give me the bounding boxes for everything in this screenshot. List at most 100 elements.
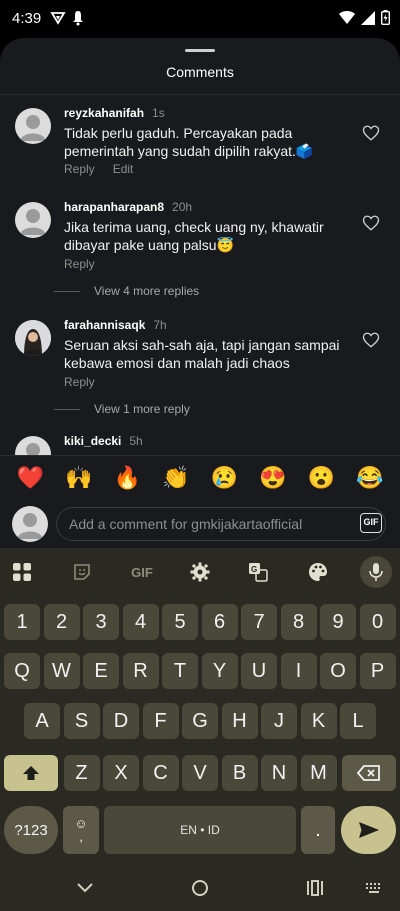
comment-composer: Add a comment for gmkijakartaofficial GI… [0,500,400,548]
heart-icon[interactable] [362,214,382,234]
palette-icon[interactable] [306,560,330,584]
key-1[interactable]: 1 [4,604,40,640]
key-d[interactable]: D [103,703,139,739]
comment-input-placeholder: Add a comment for gmkijakartaofficial [69,516,303,532]
status-bar: 4:39 [0,0,400,38]
send-key[interactable] [341,806,396,854]
space-key[interactable]: EN • ID [104,806,296,854]
avatar [12,506,48,542]
key-e[interactable]: E [83,653,119,689]
avatar[interactable] [15,108,51,144]
comment-text: Seruan aksi sah-sah aja, tapi jangan sam… [64,337,340,371]
key-0[interactable]: 0 [359,604,396,640]
avatar[interactable] [15,202,51,238]
comment-time: 5h [129,434,143,448]
shift-icon [23,766,39,780]
keyboard-toolbar: GIF G [0,548,400,596]
view-more-replies[interactable]: View 1 more reply [54,402,190,416]
sticker-icon[interactable] [70,560,94,584]
comment-username[interactable]: harapanharapan8 [64,200,164,214]
key-y[interactable]: Y [201,653,238,689]
settings-gear-icon[interactable] [188,560,212,584]
emoji-key[interactable]: ☺ , [63,806,99,854]
vpn-icon [50,10,66,31]
key-i[interactable]: I [280,653,317,689]
view-replies-label[interactable]: View 4 more replies [94,284,199,298]
key-v[interactable]: V [182,755,218,791]
replies-line [54,408,80,410]
key-x[interactable]: X [103,755,139,791]
emoji-laughing[interactable]: 😂 [353,465,387,491]
shift-key[interactable] [4,755,58,791]
emoji-heart-eyes[interactable]: 😍 [256,465,290,491]
key-c[interactable]: C [142,755,179,791]
sheet-title: Comments [166,64,234,80]
key-z[interactable]: Z [63,755,100,791]
key-l[interactable]: L [340,703,376,739]
key-4[interactable]: 4 [122,604,159,640]
key-2[interactable]: 2 [43,604,80,640]
microphone-icon[interactable] [360,556,392,588]
translate-icon[interactable]: G [246,560,270,584]
comment-username[interactable]: kiki_decki [64,434,121,448]
reply-button[interactable]: Reply [64,162,95,176]
wifi-icon [339,10,355,30]
emoji-fire[interactable]: 🔥 [110,465,144,491]
emoji-crying[interactable]: 😢 [207,465,241,491]
key-9[interactable]: 9 [320,604,356,640]
key-h[interactable]: H [221,703,258,739]
home-icon[interactable] [190,878,210,898]
apps-grid-icon[interactable] [10,560,34,584]
avatar[interactable] [15,320,51,356]
key-7[interactable]: 7 [241,604,277,640]
key-t[interactable]: T [162,653,198,689]
key-n[interactable]: N [261,755,297,791]
key-f[interactable]: F [142,703,179,739]
comment-username[interactable]: reyzkahanifah [64,106,144,120]
key-5[interactable]: 5 [162,604,198,640]
key-r[interactable]: R [122,653,159,689]
drag-handle[interactable] [185,49,215,52]
comment-time: 7h [153,318,167,332]
view-replies-label[interactable]: View 1 more reply [94,402,190,416]
key-m[interactable]: M [300,755,337,791]
gif-tool[interactable]: GIF [128,560,156,584]
comment-input[interactable]: Add a comment for gmkijakartaofficial [56,507,386,541]
comment-username[interactable]: farahannisaqk [64,318,145,332]
key-g[interactable]: G [182,703,218,739]
view-more-replies[interactable]: View 4 more replies [54,284,199,298]
emoji-clapping[interactable]: 👏 [159,465,193,491]
edit-button[interactable]: Edit [113,162,134,176]
symbols-key[interactable]: ?123 [4,806,58,854]
key-8[interactable]: 8 [280,604,317,640]
backspace-key[interactable] [342,755,396,791]
reply-button[interactable]: Reply [64,257,95,271]
key-b[interactable]: B [221,755,258,791]
replies-line [54,290,80,292]
key-j[interactable]: J [261,703,297,739]
keyboard-switch-icon[interactable] [364,878,384,898]
divider [0,94,400,95]
emoji-heart[interactable]: ❤️ [13,465,47,491]
key-k[interactable]: K [300,703,337,739]
key-q[interactable]: Q [4,653,40,689]
key-p[interactable]: P [359,653,396,689]
period-key[interactable]: . [301,806,335,854]
heart-icon[interactable] [362,331,382,351]
heart-icon[interactable] [362,124,382,144]
key-o[interactable]: O [320,653,356,689]
key-6[interactable]: 6 [201,604,238,640]
key-s[interactable]: S [63,703,100,739]
gif-button[interactable]: GIF [360,513,382,533]
key-w[interactable]: W [43,653,80,689]
reply-button[interactable]: Reply [64,375,95,389]
key-u[interactable]: U [241,653,277,689]
recents-icon[interactable] [305,878,325,898]
comment-text: Jika terima uang, check uang ny, khawati… [64,219,324,253]
backspace-icon [357,765,380,781]
chevron-down-icon[interactable] [75,878,95,898]
key-3[interactable]: 3 [83,604,119,640]
emoji-surprised[interactable]: 😮 [304,465,338,491]
key-a[interactable]: A [24,703,60,739]
emoji-raising-hands[interactable]: 🙌 [62,465,96,491]
